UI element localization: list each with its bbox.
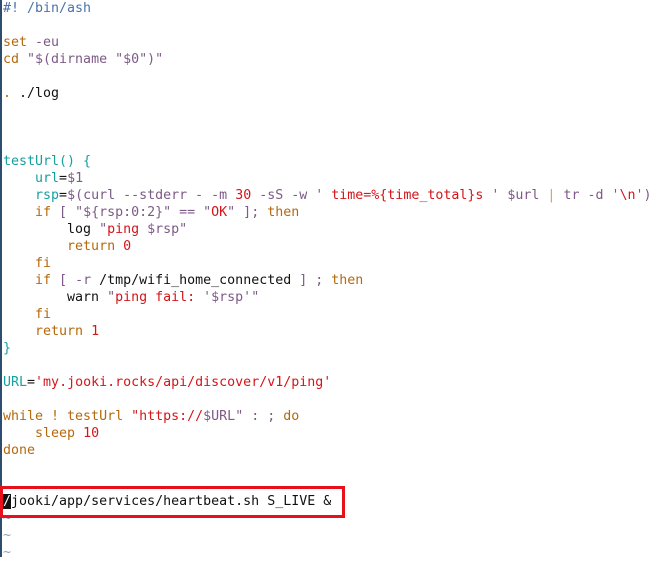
code-line[interactable]: fi [3,255,652,272]
code-token: then [267,205,300,220]
code-token: return [3,324,92,339]
code-token: set [3,35,28,50]
code-line[interactable] [3,17,652,34]
code-token: 1 [91,324,100,339]
code-token: ping [107,222,148,237]
code-token: $(curl --stderr - -m [67,188,236,203]
code-token: URL [3,375,28,390]
code-token: $URL [203,409,236,424]
code-token: = [59,171,68,186]
code-token: [ "${rsp:0:2}" == " [51,205,212,220]
code-line[interactable]: URL='my.jooki.rocks/api/discover/v1/ping… [3,374,652,391]
code-line[interactable] [3,119,652,136]
code-line[interactable]: . ./log [3,85,652,102]
code-token: ~ [3,528,12,543]
code-line[interactable]: log "ping $rsp" [3,221,652,238]
code-token: " ]; [227,205,268,220]
code-line[interactable]: return 1 [3,323,652,340]
code-token: then [331,273,364,288]
code-line[interactable]: done [3,442,652,459]
code-token: tr -d ' [555,188,620,203]
code-token: testUrl() { [3,154,92,169]
code-line[interactable]: warn "ping fail: '$rsp'" [3,289,652,306]
code-line[interactable]: return 0 [3,238,652,255]
code-token: ./log [11,86,60,101]
code-line[interactable]: if [ -r /tmp/wifi_home_connected ] ; the… [3,272,652,289]
code-token: -eu [27,35,60,50]
empty-buffer-line[interactable]: ~ [3,544,652,561]
code-token: \n [619,188,636,203]
code-token: " [99,222,108,237]
code-token: $rsp [147,222,180,237]
highlight-box [0,486,345,518]
code-line[interactable]: rsp=$(curl --stderr - -m 30 -sS -w ' tim… [3,187,652,204]
code-line[interactable] [3,357,652,374]
window-edge [0,0,2,557]
code-token: ] ; [291,273,332,288]
code-token: 30 [235,188,252,203]
code-token: '$rsp' [203,290,252,305]
code-token: rsp [3,188,60,203]
code-token: 10 [83,426,100,441]
code-token: $1 [67,171,84,186]
code-token: url [3,171,60,186]
code-line[interactable]: #! /bin/ash [3,0,652,17]
code-line[interactable] [3,102,652,119]
code-line[interactable]: } [3,340,652,357]
code-token: time=%{time_total}s [331,188,484,203]
code-token: -sS -w ' [251,188,332,203]
code-token: fi [3,256,52,271]
code-token: if [3,205,52,220]
code-token: = [59,188,68,203]
code-token: fi [3,307,52,322]
code-token: do [283,409,300,424]
code-line[interactable] [3,391,652,408]
code-token: ') [635,188,652,203]
code-token: ping fail: [115,290,204,305]
code-token: done [3,443,36,458]
code-line[interactable] [3,68,652,85]
code-token: [ -r [51,273,100,288]
code-line[interactable]: sleep 10 [3,425,652,442]
code-token: "$(dirname "$0")" [19,52,164,67]
code-token: log [3,222,100,237]
code-token: } [3,341,12,356]
code-token: : ; [243,409,284,424]
code-token: OK [211,205,228,220]
code-line[interactable]: url=$1 [3,170,652,187]
code-token: " [235,409,244,424]
code-line[interactable]: set -eu [3,34,652,51]
code-token: if [3,273,52,288]
code-line[interactable] [3,459,652,476]
code-token: "https:// [131,409,204,424]
code-line[interactable]: testUrl() { [3,153,652,170]
code-line[interactable] [3,136,652,153]
code-token: " [179,222,188,237]
empty-buffer-line[interactable]: ~ [3,527,652,544]
code-line[interactable]: cd "$(dirname "$0")" [3,51,652,68]
vim-editor-buffer[interactable]: #! /bin/ash set -eu cd "$(dirname "$0")". … [3,0,652,561]
code-token: return [3,239,124,254]
code-token: sleep [3,426,84,441]
code-line[interactable]: if [ "${rsp:0:2}" == "OK" ]; then [3,204,652,221]
code-token: ' $url [483,188,548,203]
code-line[interactable]: while ! testUrl "https://$URL" : ; do [3,408,652,425]
code-token: " [107,290,116,305]
code-token: warn [3,290,108,305]
code-token: . [3,86,12,101]
code-token: 0 [123,239,132,254]
code-line[interactable]: fi [3,306,652,323]
code-token: " [251,290,260,305]
code-token: while ! testUrl [3,409,132,424]
code-token: 'my.jooki.rocks/api/discover/v1/ping' [35,375,332,390]
code-token: = [27,375,36,390]
code-token: /tmp/wifi_home_connected [99,273,292,288]
code-token: #! /bin/ash [3,1,92,16]
code-token: cd [3,52,20,67]
code-token: ~ [3,545,12,560]
